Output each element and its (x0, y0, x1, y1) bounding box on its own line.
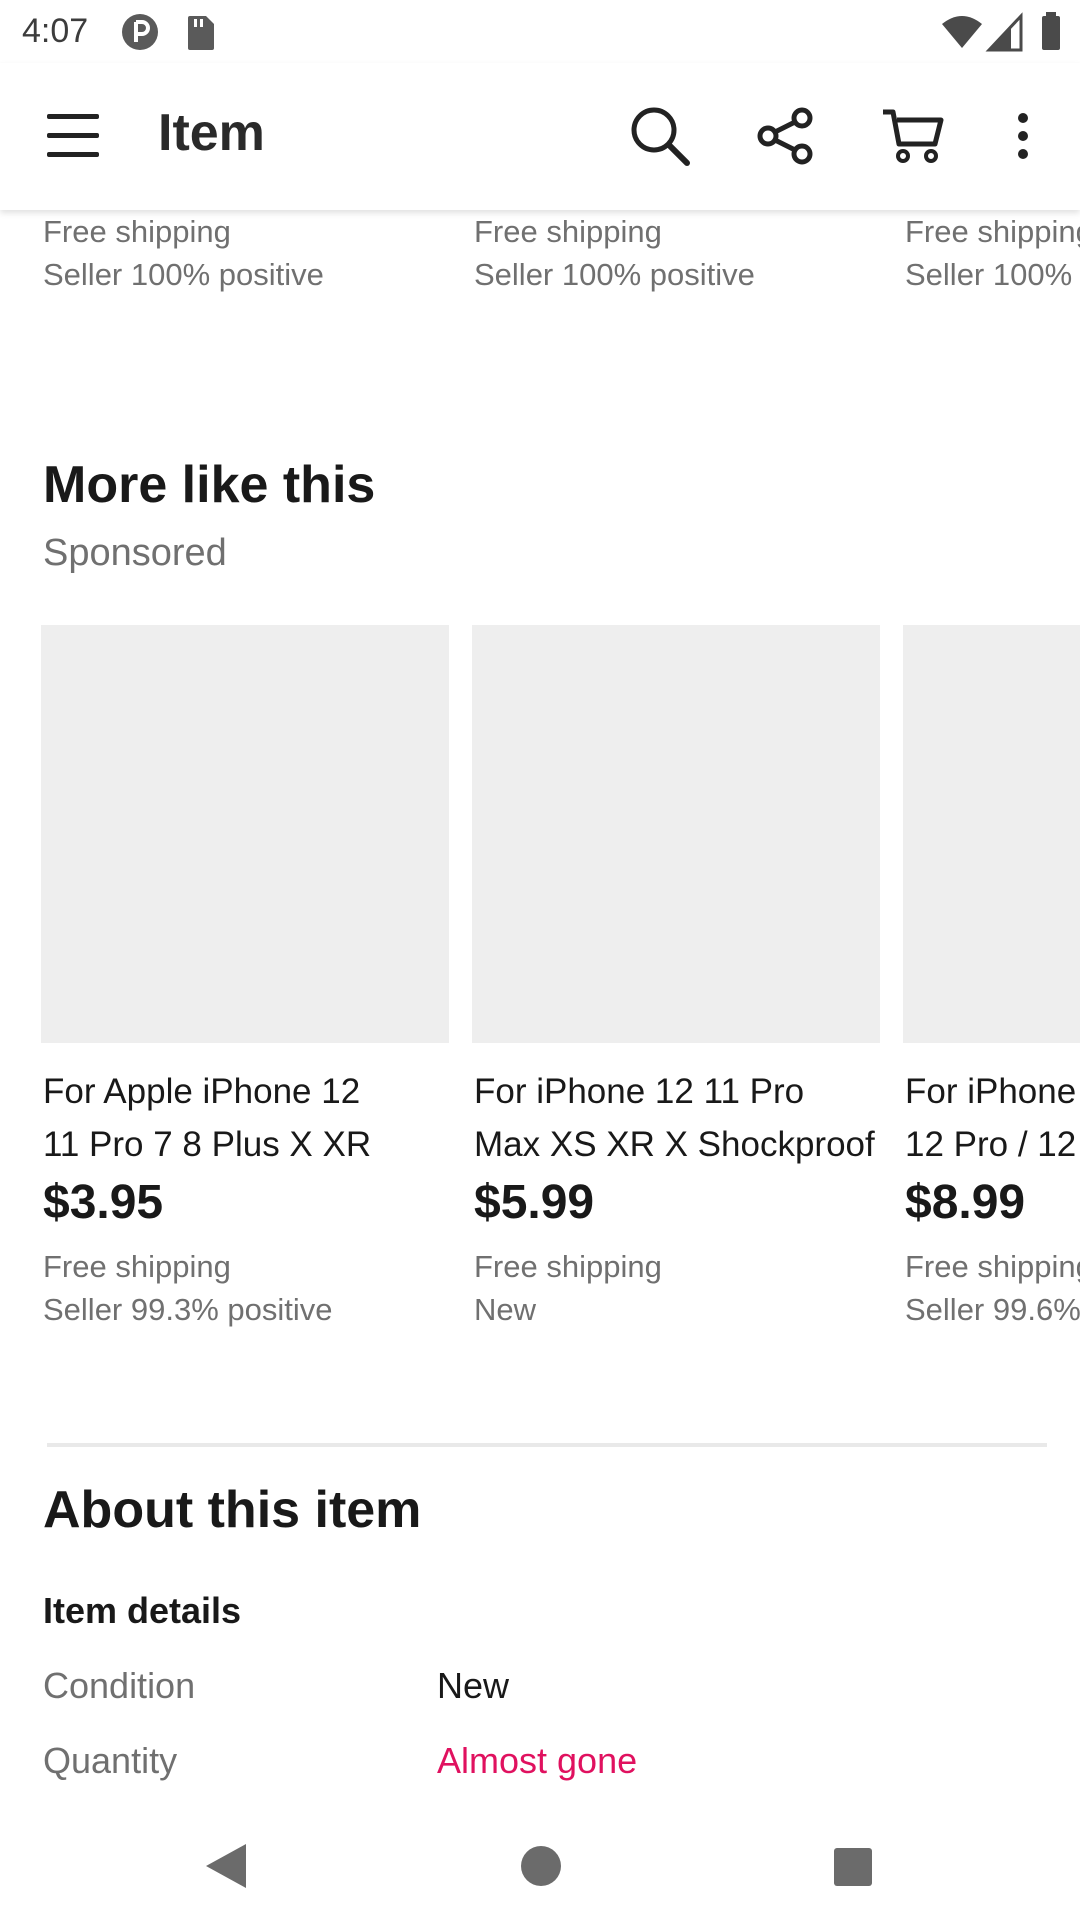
quantity-value: Almost gone (437, 1740, 638, 1781)
shipping-text: Free shipping (474, 1249, 662, 1284)
condition-text: New (474, 1292, 537, 1327)
page-title: Item (158, 104, 265, 162)
condition-value: New (437, 1665, 510, 1706)
list-item[interactable]: Free shipping Seller 100% positive (43, 210, 463, 296)
about-heading: About this item (43, 1481, 422, 1539)
product-price: $5.99 (474, 1176, 595, 1229)
system-nav-bar (0, 1810, 1080, 1920)
product-image (41, 625, 449, 1043)
share-button[interactable] (748, 98, 824, 174)
back-triangle-icon (206, 1844, 246, 1888)
sd-card-icon (178, 10, 222, 54)
product-card[interactable]: For iPhone 12 Pro / 12 $8.99 Free shippi… (903, 625, 1080, 1425)
more-like-this-heading: More like this (43, 456, 376, 514)
list-item[interactable]: Free shipping Seller 100% positive (905, 210, 1080, 296)
battery-icon (1030, 10, 1074, 54)
back-button[interactable] (200, 1840, 252, 1892)
shipping-text: Free shipping (43, 214, 231, 249)
status-bar: 4:07 (0, 0, 1080, 63)
cell-signal-icon (985, 10, 1029, 54)
status-time: 4:07 (22, 12, 89, 50)
home-button[interactable] (515, 1840, 567, 1892)
product-title: For Apple iPhone 12 11 Pro 7 8 Plus X XR (43, 1072, 372, 1164)
product-title: For iPhone 12 Pro / 12 (905, 1072, 1077, 1164)
item-details-heading: Item details (43, 1590, 242, 1631)
condition-label: Condition (43, 1665, 196, 1706)
product-title: For iPhone 12 11 Pro Max XS XR X Shockpr… (474, 1072, 875, 1164)
hamburger-menu-icon (47, 114, 99, 157)
quantity-label: Quantity (43, 1740, 178, 1781)
app-bar: Item (0, 63, 1080, 210)
item-content[interactable]: Free shipping Seller 100% positive Free … (0, 210, 1080, 1810)
section-divider (47, 1443, 1047, 1447)
seller-rating-text: Seller 99.6% (905, 1292, 1080, 1327)
shipping-text: Free shipping (474, 214, 662, 249)
product-price: $8.99 (905, 1176, 1026, 1229)
seller-rating-text: Seller 99.3% positive (43, 1292, 333, 1327)
shipping-text: Free shipping (905, 214, 1080, 249)
search-icon (631, 107, 690, 166)
seller-rating-text: Seller 100% positive (474, 257, 755, 292)
home-circle-icon (521, 1846, 561, 1886)
product-image (903, 625, 1080, 1043)
seller-rating-text: Seller 100% positive (43, 257, 324, 292)
menu-button[interactable] (35, 98, 111, 174)
cart-button[interactable] (875, 98, 951, 174)
seller-rating-text: Seller 100% positive (905, 257, 1080, 292)
share-icon (757, 107, 813, 165)
shipping-text: Free shipping (905, 1249, 1080, 1284)
shipping-text: Free shipping (43, 1249, 231, 1284)
cart-icon (883, 109, 944, 163)
recents-button[interactable] (826, 1840, 878, 1892)
sponsored-label: Sponsored (43, 532, 227, 574)
product-card[interactable]: For iPhone 12 11 Pro Max XS XR X Shockpr… (472, 625, 892, 1425)
product-price: $3.95 (43, 1176, 164, 1229)
more-vert-icon (1018, 113, 1028, 159)
list-item[interactable]: Free shipping Seller 100% positive (474, 210, 894, 296)
overflow-menu-button[interactable] (985, 98, 1061, 174)
product-card[interactable]: For Apple iPhone 12 11 Pro 7 8 Plus X XR… (41, 625, 451, 1425)
data-saver-icon (118, 10, 162, 54)
previous-listings-row: Free shipping Seller 100% positive Free … (0, 210, 1080, 300)
search-button[interactable] (622, 98, 698, 174)
wifi-icon (940, 10, 984, 54)
recents-square-icon (834, 1848, 872, 1886)
product-image (472, 625, 880, 1043)
